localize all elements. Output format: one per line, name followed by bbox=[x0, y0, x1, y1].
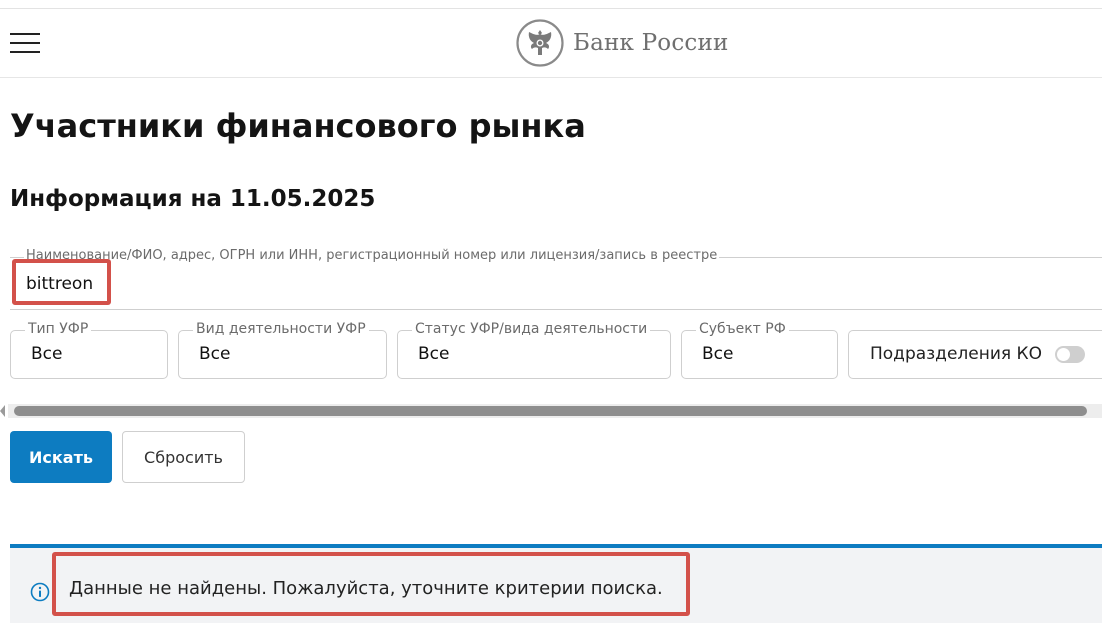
reset-button[interactable]: Сбросить bbox=[122, 431, 245, 483]
scroll-left-arrow-icon[interactable] bbox=[0, 405, 5, 417]
filter-subject-label: Субъект РФ bbox=[696, 321, 789, 337]
filter-status-label: Статус УФР/вида деятельности bbox=[412, 321, 651, 337]
hamburger-menu-icon[interactable] bbox=[10, 32, 40, 54]
notice-text: Данные не найдены. Пожалуйста, уточните … bbox=[69, 578, 663, 599]
search-field-label: Наименование/ФИО, адрес, ОГРН или ИНН, р… bbox=[24, 248, 720, 263]
horizontal-scrollbar-thumb[interactable] bbox=[14, 406, 1087, 416]
site-header: Банк России bbox=[0, 9, 1102, 78]
filter-type-value: Все bbox=[31, 344, 63, 364]
bank-logo[interactable]: Банк России bbox=[516, 19, 729, 67]
filter-activity-value: Все bbox=[199, 344, 231, 364]
filter-activity-select[interactable]: Вид деятельности УФР Все bbox=[178, 321, 387, 379]
filter-ko-divisions: Подразделения КО bbox=[848, 330, 1102, 379]
bank-of-russia-eagle-emblem-icon bbox=[516, 19, 564, 67]
filter-activity-label: Вид деятельности УФР bbox=[193, 321, 369, 337]
filter-status-select[interactable]: Статус УФР/вида деятельности Все bbox=[397, 321, 671, 379]
search-input[interactable] bbox=[14, 265, 738, 303]
filter-subject-select[interactable]: Субъект РФ Все bbox=[681, 321, 838, 379]
info-date-heading: Информация на 11.05.2025 bbox=[10, 186, 376, 212]
filter-subject-value: Все bbox=[702, 344, 734, 364]
info-icon bbox=[30, 582, 50, 602]
ko-divisions-label: Подразделения КО bbox=[870, 344, 1042, 364]
filter-status-value: Все bbox=[418, 344, 450, 364]
no-results-notice: Данные не найдены. Пожалуйста, уточните … bbox=[10, 544, 1102, 623]
filter-type-select[interactable]: Тип УФР Все bbox=[10, 321, 168, 379]
ko-divisions-toggle[interactable] bbox=[1055, 346, 1085, 363]
search-button[interactable]: Искать bbox=[10, 431, 112, 483]
page-title: Участники финансового рынка bbox=[10, 107, 586, 145]
search-field: Наименование/ФИО, адрес, ОГРН или ИНН, р… bbox=[10, 248, 1102, 310]
filter-type-label: Тип УФР bbox=[25, 321, 92, 337]
toggle-knob bbox=[1057, 348, 1070, 361]
logo-text: Банк России bbox=[573, 30, 729, 56]
